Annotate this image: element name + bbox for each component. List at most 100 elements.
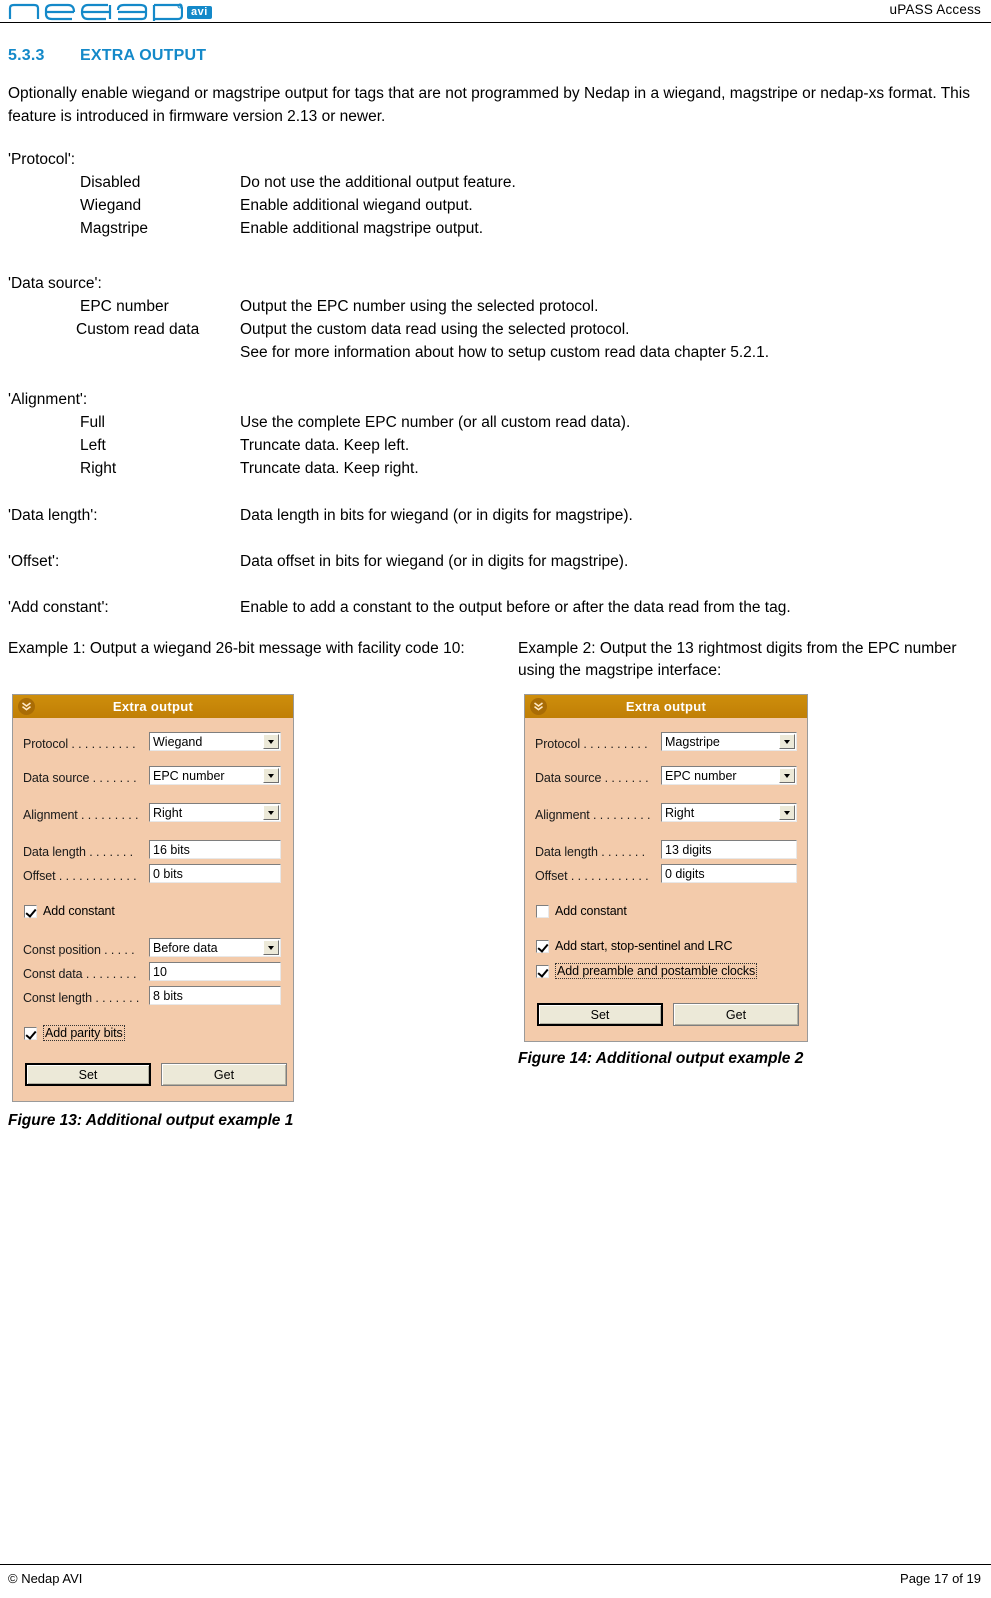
add-constant-checkbox[interactable]: Add constant [24, 904, 115, 918]
offset-value: 0 digits [665, 866, 705, 881]
add-constant-label: Add constant [43, 904, 115, 918]
data-length-value: Data length in bits for wiegand (or in d… [240, 507, 633, 524]
protocol-block: 'Protocol': Disabled Do not use the addit… [8, 148, 516, 240]
checkbox-icon[interactable] [536, 964, 549, 978]
alignment-label: Alignment . . . . . . . . . [23, 807, 139, 822]
alignment-value: Right [665, 805, 695, 820]
checkbox-icon[interactable] [536, 904, 549, 918]
data-length-input[interactable]: 16 bits [149, 840, 281, 859]
offset-input[interactable]: 0 bits [149, 864, 281, 883]
alignment-label-row: Alignment . . . . . . . . . [535, 805, 651, 824]
offset-key: 'Offset': [8, 553, 60, 570]
chevron-down-icon[interactable] [18, 698, 35, 715]
dialog-titlebar: Extra output [525, 695, 807, 718]
definition-term: Magstripe [80, 220, 149, 237]
const-length-input[interactable]: 8 bits [149, 986, 281, 1005]
definition-term: Wiegand [80, 197, 142, 214]
definition-row: EPC number Output the EPC number using th… [8, 295, 769, 318]
chevron-down-icon[interactable] [263, 734, 279, 749]
intro-paragraph: Optionally enable wiegand or magstripe o… [8, 85, 970, 125]
const-data-label-row: Const data . . . . . . . . [23, 964, 137, 983]
protocol-value: Magstripe [665, 734, 720, 749]
const-data-label: Const data . . . . . . . . [23, 966, 137, 981]
definition-row: Right Truncate data. Keep right. [8, 457, 630, 480]
offset-value: Data offset in bits for wiegand (or in d… [240, 553, 629, 570]
data-source-select[interactable]: EPC number [661, 766, 797, 785]
definition-desc: Enable additional magstripe output. [240, 220, 483, 237]
footer-page-number: Page 17 of 19 [900, 1571, 981, 1586]
data-length-input[interactable]: 13 digits [661, 840, 797, 859]
chevron-down-icon[interactable] [530, 698, 547, 715]
data-source-label: Data source . . . . . . . [535, 770, 649, 785]
definition-desc: Output the EPC number using the selected… [240, 298, 599, 315]
checkbox-icon[interactable] [24, 904, 37, 918]
protocol-label: Protocol . . . . . . . . . . [535, 736, 648, 751]
product-title: uPASS Access [889, 2, 981, 17]
data-source-block: 'Data source': EPC number Output the EPC … [8, 272, 769, 364]
add-constant-checkbox[interactable]: Add constant [536, 904, 627, 918]
data-source-select[interactable]: EPC number [149, 766, 281, 785]
figure-14-caption: Figure 14: Additional output example 2 [518, 1050, 804, 1067]
add-parity-bits-checkbox[interactable]: Add parity bits [24, 1025, 125, 1041]
header-divider [0, 22, 991, 24]
const-data-value: 10 [153, 964, 167, 979]
protocol-block-title: 'Protocol': [8, 151, 76, 168]
example-2-caption: Example 2: Output the 13 rightmost digit… [518, 640, 957, 679]
extra-output-dialog-1: Extra output Protocol . . . . . . . . . … [12, 694, 294, 1102]
const-position-value: Before data [153, 940, 218, 955]
set-button-label: Set [590, 1007, 610, 1022]
chevron-down-icon[interactable] [263, 768, 279, 783]
alignment-block-title: 'Alignment': [8, 391, 88, 408]
const-data-input[interactable]: 10 [149, 962, 281, 981]
add-sentinel-label: Add start, stop-sentinel and LRC [555, 939, 733, 953]
data-length-label: Data length . . . . . . . [23, 844, 134, 859]
const-position-select[interactable]: Before data [149, 938, 281, 957]
data-source-label: Data source . . . . . . . [23, 770, 137, 785]
data-source-value: EPC number [153, 768, 225, 783]
data-length-value: 16 bits [153, 842, 190, 857]
checkbox-icon[interactable] [536, 939, 549, 953]
alignment-select[interactable]: Right [661, 803, 797, 822]
offset-input[interactable]: 0 digits [661, 864, 797, 883]
data-length-value: 13 digits [665, 842, 712, 857]
data-source-label-row: Data source . . . . . . . [23, 768, 137, 787]
chevron-down-icon[interactable] [263, 805, 279, 820]
set-button[interactable]: Set [537, 1003, 663, 1026]
const-length-label: Const length . . . . . . . [23, 990, 140, 1005]
get-button[interactable]: Get [673, 1003, 799, 1026]
add-preamble-checkbox[interactable]: Add preamble and postamble clocks [536, 963, 758, 979]
data-length-label-row: Data length . . . . . . . [23, 842, 133, 861]
data-length-label-row: Data length . . . . . . . [535, 842, 645, 861]
const-position-label: Const position . . . . . [23, 942, 135, 957]
const-length-value: 8 bits [153, 988, 183, 1003]
data-source-label-row: Data source . . . . . . . [535, 768, 649, 787]
get-button[interactable]: Get [161, 1063, 287, 1086]
protocol-label-row: Protocol . . . . . . . . . . [535, 734, 648, 753]
add-sentinel-checkbox[interactable]: Add start, stop-sentinel and LRC [536, 939, 733, 953]
const-length-label-row: Const length . . . . . . . [23, 988, 139, 1007]
add-constant-line: 'Add constant': Enable to add a constant … [8, 596, 791, 619]
protocol-select[interactable]: Magstripe [661, 732, 797, 751]
get-button-label: Get [213, 1067, 235, 1082]
protocol-select[interactable]: Wiegand [149, 732, 281, 751]
figure-13-caption: Figure 13: Additional output example 1 [8, 1112, 294, 1129]
definition-desc: Output the custom data read using the se… [240, 321, 630, 338]
alignment-select[interactable]: Right [149, 803, 281, 822]
checkbox-icon[interactable] [24, 1026, 37, 1040]
add-constant-key: 'Add constant': [8, 599, 109, 616]
definition-term: Disabled [80, 174, 141, 191]
chevron-down-icon[interactable] [263, 940, 279, 955]
set-button-label: Set [78, 1067, 98, 1082]
definition-row: Wiegand Enable additional wiegand output. [8, 194, 516, 217]
data-source-value: EPC number [665, 768, 737, 783]
page-title: 5.3.3 EXTRA OUTPUT [8, 47, 206, 65]
definition-term: Left [80, 437, 106, 454]
avi-badge: avi [187, 6, 212, 19]
definition-row: Left Truncate data. Keep left. [8, 434, 630, 457]
set-button[interactable]: Set [25, 1063, 151, 1086]
chevron-down-icon[interactable] [779, 768, 795, 783]
chevron-down-icon[interactable] [779, 805, 795, 820]
offset-label-row: Offset . . . . . . . . . . . . [23, 866, 137, 885]
add-constant-label: Add constant [555, 904, 627, 918]
chevron-down-icon[interactable] [779, 734, 795, 749]
